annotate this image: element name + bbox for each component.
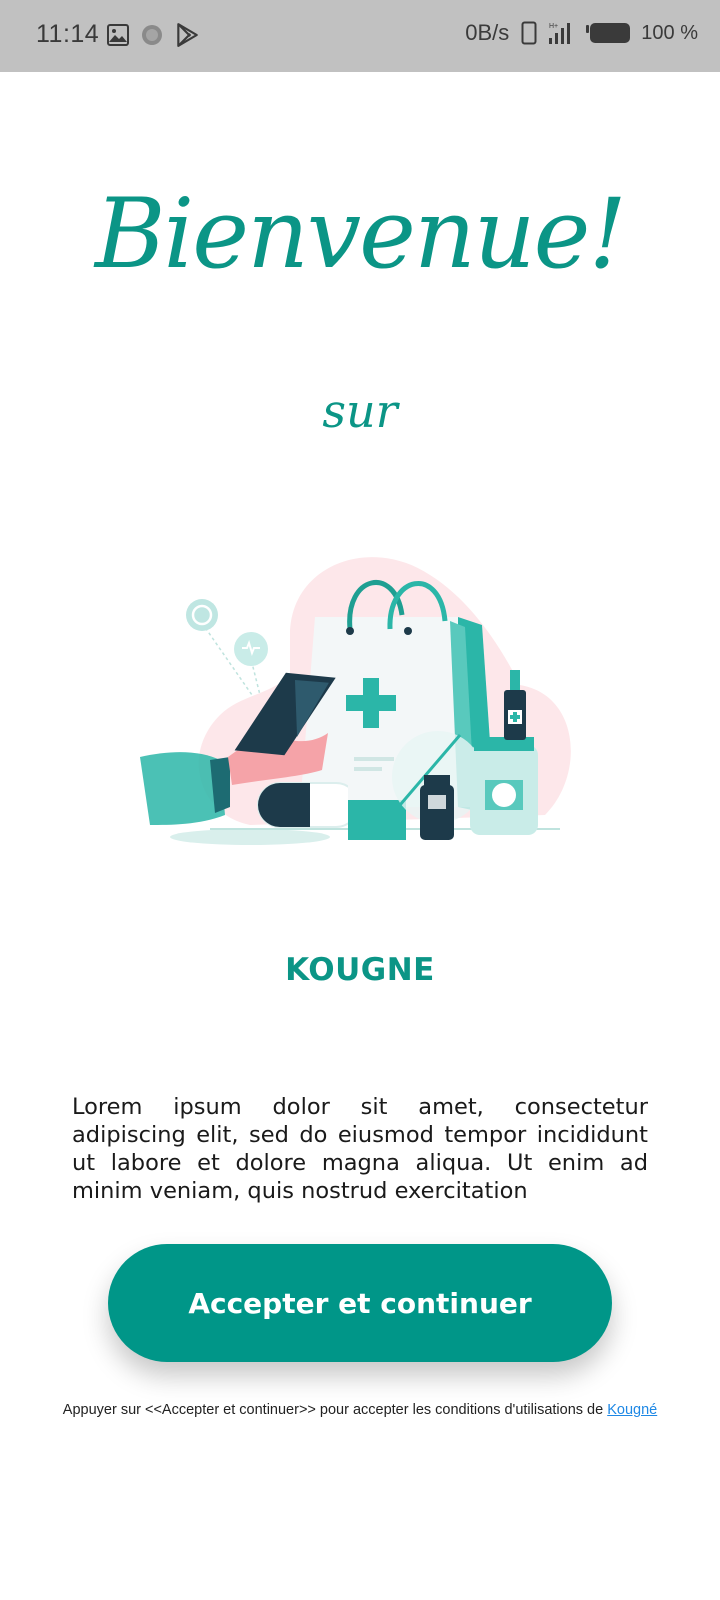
brand-name: KOUGNE — [285, 952, 435, 988]
terms-text: Appuyer sur <<Accepter et continuer>> po… — [62, 1402, 608, 1418]
battery-icon — [586, 23, 631, 43]
terms-notice: Appuyer sur <<Accepter et continuer>> po… — [0, 1402, 720, 1418]
welcome-title: Bienvenue! — [95, 178, 627, 290]
terms-link[interactable]: Kougné — [607, 1402, 657, 1418]
welcome-subtitle: sur — [322, 384, 398, 438]
accept-continue-button[interactable]: Accepter et continuer — [108, 1244, 612, 1362]
description-text: Lorem ipsum dolor sit amet, consectetur … — [72, 1093, 648, 1204]
signal-icon: H+ — [549, 23, 571, 44]
welcome-screen: 11:14 0B/s H+ 100 % Bienvenue! sur KOUGN… — [0, 0, 720, 1600]
battery-level: 100 % — [641, 21, 698, 44]
svg-text:H+: H+ — [549, 23, 558, 30]
status-time: 11:14 — [36, 20, 100, 48]
pharmacy-illustration — [140, 557, 571, 845]
status-bar: 11:14 0B/s H+ 100 % — [0, 0, 720, 72]
play-store-icon — [177, 23, 198, 47]
status-notification-icons — [106, 22, 200, 48]
network-speed: 0B/s — [465, 20, 510, 45]
status-right-group: 0B/s H+ 100 % — [465, 20, 698, 46]
notification-dot-icon — [142, 25, 162, 45]
image-icon — [107, 24, 129, 46]
phone-icon — [521, 21, 537, 45]
